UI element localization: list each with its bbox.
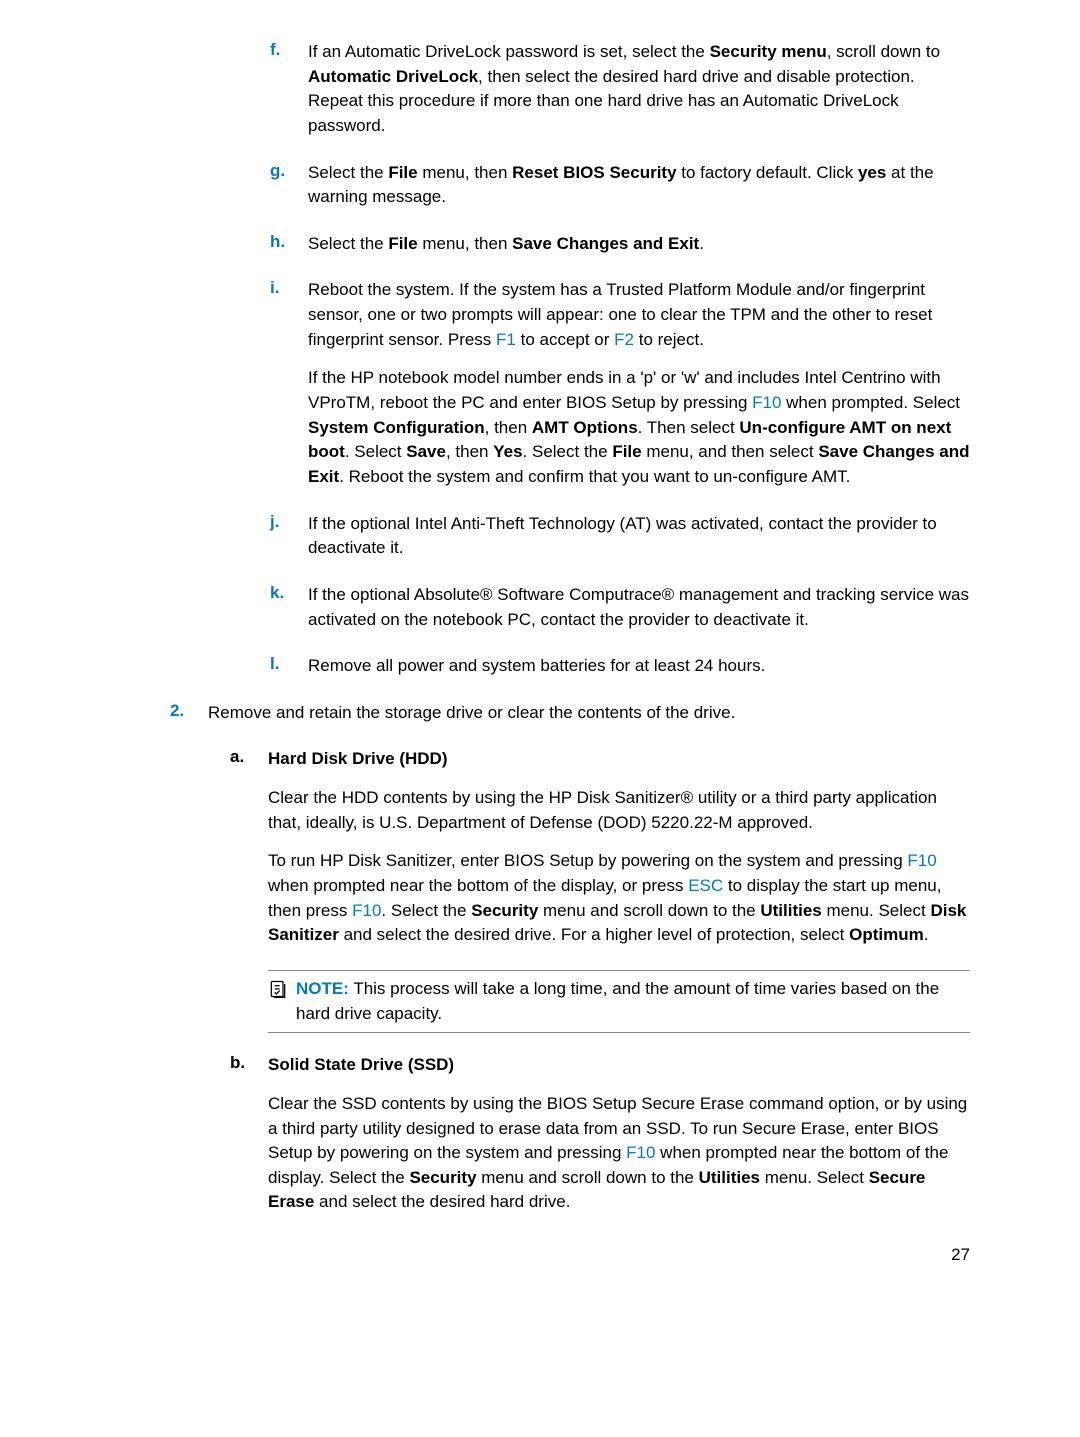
text-bold: Save Changes and Exit (512, 234, 699, 253)
text: menu. Select (822, 901, 931, 920)
marker-k: k. (270, 583, 308, 632)
step-j: j. If the optional Intel Anti-Theft Tech… (270, 512, 970, 561)
note-label: NOTE: (296, 979, 349, 998)
step-f: f. If an Automatic DriveLock password is… (270, 40, 970, 139)
page-number: 27 (170, 1245, 970, 1265)
text: Select the (308, 234, 388, 253)
key-label: F10 (352, 901, 381, 920)
text: . Select the (381, 901, 471, 920)
text: to reject. (634, 330, 704, 349)
note-content: NOTE: This process will take a long time… (296, 977, 970, 1026)
text-bold: File (612, 442, 641, 461)
note-icon (268, 979, 290, 1026)
text: . Select the (523, 442, 613, 461)
content-f: If an Automatic DriveLock password is se… (308, 40, 970, 139)
content-a: Hard Disk Drive (HDD) Clear the HDD cont… (268, 747, 970, 947)
text-bold: Yes (493, 442, 522, 461)
marker-a: a. (230, 747, 268, 947)
text-bold: Utilities (699, 1168, 760, 1187)
text-bold: System Configuration (308, 418, 485, 437)
text: menu, then (418, 234, 513, 253)
step-g: g. Select the File menu, then Reset BIOS… (270, 161, 970, 210)
text-bold: Optimum (849, 925, 924, 944)
text-bold: Automatic DriveLock (308, 67, 478, 86)
content-2: Remove and retain the storage drive or c… (208, 701, 970, 726)
text: . (924, 925, 929, 944)
content-g: Select the File menu, then Reset BIOS Se… (308, 161, 970, 210)
text: If an Automatic DriveLock password is se… (308, 42, 710, 61)
substep-title: Solid State Drive (SSD) (268, 1053, 970, 1078)
text-bold: File (388, 234, 417, 253)
text: and select the desired drive. For a high… (339, 925, 849, 944)
text-bold: Save (406, 442, 446, 461)
substep-title: Hard Disk Drive (HDD) (268, 747, 970, 772)
marker-l: l. (270, 654, 308, 679)
step-h: h. Select the File menu, then Save Chang… (270, 232, 970, 257)
text: menu and scroll down to the (477, 1168, 699, 1187)
text: and select the desired hard drive. (314, 1192, 570, 1211)
text: . Select (345, 442, 406, 461)
key-label: F10 (907, 851, 936, 870)
key-label: F2 (614, 330, 634, 349)
key-label: F1 (496, 330, 516, 349)
text: menu, and then select (642, 442, 819, 461)
note-text: This process will take a long time, and … (296, 979, 939, 1023)
text: menu, then (418, 163, 513, 182)
text: . (699, 234, 704, 253)
text: . Then select (638, 418, 740, 437)
marker-g: g. (270, 161, 308, 210)
text: , scroll down to (827, 42, 940, 61)
step-2: 2. Remove and retain the storage drive o… (170, 701, 970, 726)
text-bold: Reset BIOS Security (512, 163, 676, 182)
text-bold: Security menu (710, 42, 827, 61)
substep-a: a. Hard Disk Drive (HDD) Clear the HDD c… (230, 747, 970, 947)
text: menu. Select (760, 1168, 869, 1187)
key-label: F10 (626, 1143, 655, 1162)
key-label: F10 (752, 393, 781, 412)
text: when prompted. Select (781, 393, 960, 412)
marker-f: f. (270, 40, 308, 139)
text: to accept or (516, 330, 614, 349)
text: to factory default. Click (677, 163, 858, 182)
note-box: NOTE: This process will take a long time… (268, 970, 970, 1033)
key-label: ESC (688, 876, 723, 895)
step-i: i. Reboot the system. If the system has … (270, 278, 970, 489)
text-bold: Security (409, 1168, 476, 1187)
text: Select the (308, 163, 388, 182)
text: Remove all power and system batteries fo… (308, 654, 970, 679)
text: If the optional Intel Anti-Theft Technol… (308, 512, 970, 561)
step-k: k. If the optional Absolute® Software Co… (270, 583, 970, 632)
text: . Reboot the system and confirm that you… (339, 467, 850, 486)
content-k: If the optional Absolute® Software Compu… (308, 583, 970, 632)
marker-b: b. (230, 1053, 268, 1215)
marker-h: h. (270, 232, 308, 257)
text-bold: AMT Options (532, 418, 638, 437)
text: Clear the HDD contents by using the HP D… (268, 786, 970, 835)
content-i: Reboot the system. If the system has a T… (308, 278, 970, 489)
marker-i: i. (270, 278, 308, 489)
text-bold: yes (858, 163, 886, 182)
text-bold: File (388, 163, 417, 182)
text: Remove and retain the storage drive or c… (208, 701, 970, 726)
text: menu and scroll down to the (538, 901, 760, 920)
text: To run HP Disk Sanitizer, enter BIOS Set… (268, 851, 907, 870)
text: , then (485, 418, 532, 437)
content-b: Solid State Drive (SSD) Clear the SSD co… (268, 1053, 970, 1215)
document-page: f. If an Automatic DriveLock password is… (0, 0, 1080, 1305)
text-bold: Utilities (760, 901, 821, 920)
marker-2: 2. (170, 701, 208, 726)
text: If the optional Absolute® Software Compu… (308, 583, 970, 632)
content-h: Select the File menu, then Save Changes … (308, 232, 970, 257)
content-l: Remove all power and system batteries fo… (308, 654, 970, 679)
text: when prompted near the bottom of the dis… (268, 876, 688, 895)
text-bold: Security (471, 901, 538, 920)
marker-j: j. (270, 512, 308, 561)
substep-b: b. Solid State Drive (SSD) Clear the SSD… (230, 1053, 970, 1215)
step-l: l. Remove all power and system batteries… (270, 654, 970, 679)
text: , then (446, 442, 493, 461)
content-j: If the optional Intel Anti-Theft Technol… (308, 512, 970, 561)
